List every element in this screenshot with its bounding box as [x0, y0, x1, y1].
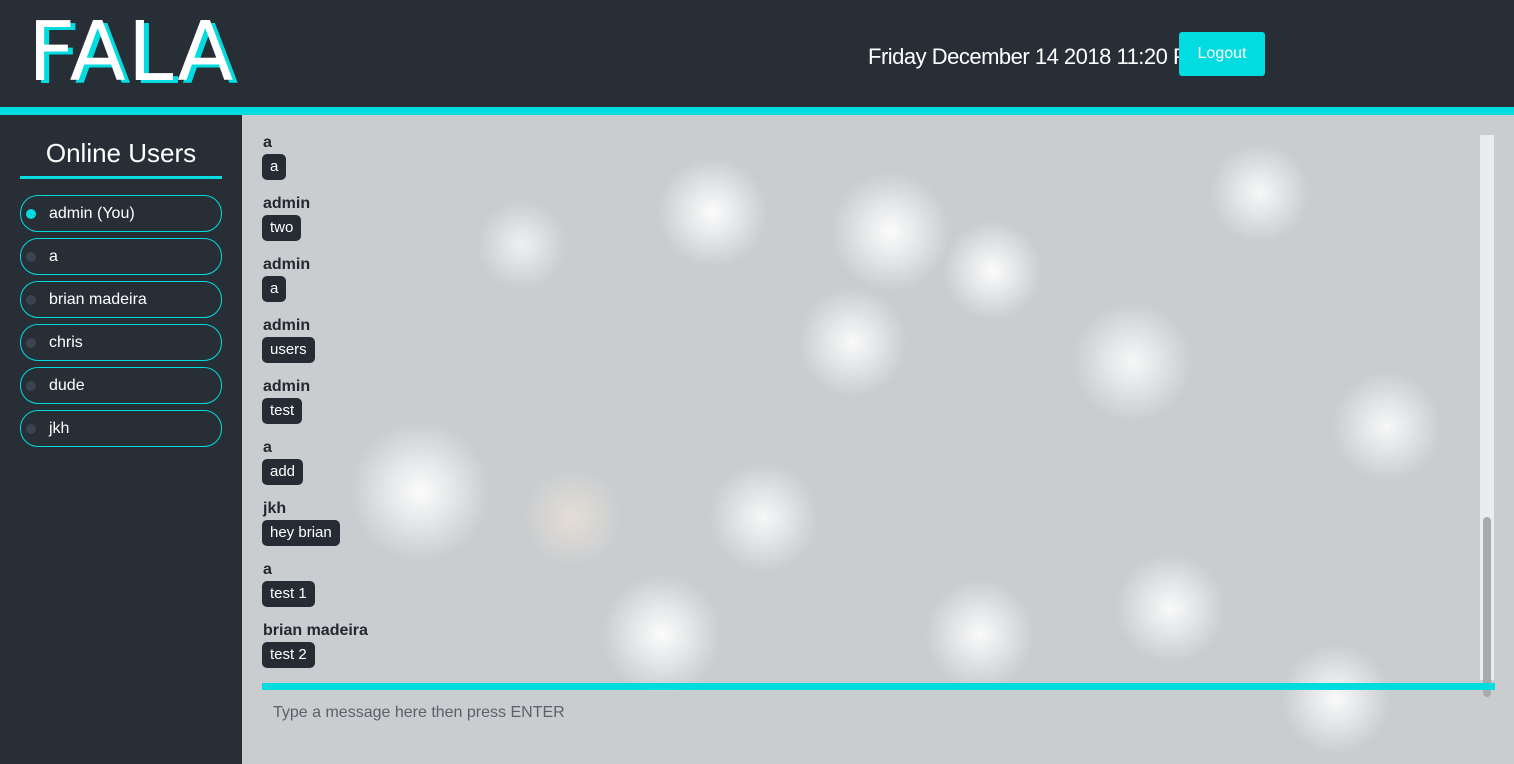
message-item: a a: [262, 135, 1482, 196]
user-item[interactable]: admin (You): [20, 195, 222, 232]
status-dot-icon: [26, 251, 36, 262]
message-bubble: hey brian: [262, 520, 340, 546]
online-users-title: Online Users: [45, 138, 197, 168]
message-sender: a: [263, 439, 272, 456]
message-item: admin users: [262, 318, 1482, 379]
message-item: a test 1: [262, 562, 1482, 623]
user-list: admin (You) a brian madeira chris dude j…: [20, 195, 222, 453]
message-sender: admin: [263, 256, 311, 273]
status-dot-icon: [26, 208, 36, 219]
message-sender: brian madeira: [263, 622, 368, 639]
message-item: brian madeira test 2: [262, 623, 1482, 680]
user-name: chris: [49, 333, 83, 351]
message-bubble: a: [262, 154, 287, 180]
scrollbar-thumb[interactable]: [1483, 517, 1491, 697]
message-bubble: a: [262, 276, 287, 302]
current-datetime: Friday December 14 2018 11:20 PM: [868, 44, 1206, 69]
status-dot-icon: [26, 380, 36, 391]
message-item: admin two: [262, 196, 1482, 257]
message-bubble: two: [262, 215, 302, 241]
logo-text: FALA: [28, 5, 236, 100]
user-item[interactable]: brian madeira: [20, 281, 222, 318]
message-scrollbar[interactable]: [1480, 135, 1494, 697]
user-name: a: [49, 247, 58, 265]
app-header: FALA FALA Friday December 14 2018 11:20 …: [0, 0, 1514, 107]
user-name: dude: [49, 376, 85, 394]
message-bubble: add: [262, 459, 304, 485]
user-item[interactable]: chris: [20, 324, 222, 361]
message-sender: admin: [263, 317, 311, 334]
composer-divider: [262, 683, 1495, 690]
header-divider: [0, 107, 1514, 115]
online-users-sidebar: Online Users admin (You) a brian madeira…: [0, 115, 242, 764]
message-item: a add: [262, 440, 1482, 501]
logout-button[interactable]: Logout: [1179, 32, 1265, 76]
message-sender: a: [263, 561, 272, 578]
user-name: jkh: [49, 419, 70, 437]
message-list[interactable]: a a admin two admin a admin users admin …: [262, 135, 1482, 680]
chat-area: a a admin two admin a admin users admin …: [242, 115, 1514, 764]
message-bubble: test: [262, 398, 303, 424]
user-item[interactable]: jkh: [20, 410, 222, 447]
message-item: jkh hey brian: [262, 501, 1482, 562]
message-item: admin test: [262, 379, 1482, 440]
user-item[interactable]: dude: [20, 367, 222, 404]
user-name: admin (You): [49, 204, 135, 222]
user-item[interactable]: a: [20, 238, 222, 275]
sidebar-title-underline: [20, 176, 222, 179]
fala-logo: FALA FALA: [28, 5, 238, 101]
status-dot-icon: [26, 294, 36, 305]
message-bubble: test 2: [262, 642, 315, 668]
message-sender: admin: [263, 195, 311, 212]
status-dot-icon: [26, 337, 36, 348]
message-sender: a: [263, 135, 272, 151]
message-bubble: users: [262, 337, 315, 363]
message-bubble: test 1: [262, 581, 315, 607]
user-name: brian madeira: [49, 290, 147, 308]
message-item: admin a: [262, 257, 1482, 318]
status-dot-icon: [26, 423, 36, 434]
message-sender: jkh: [263, 500, 287, 517]
message-input[interactable]: [262, 698, 1495, 728]
message-sender: admin: [263, 378, 311, 395]
